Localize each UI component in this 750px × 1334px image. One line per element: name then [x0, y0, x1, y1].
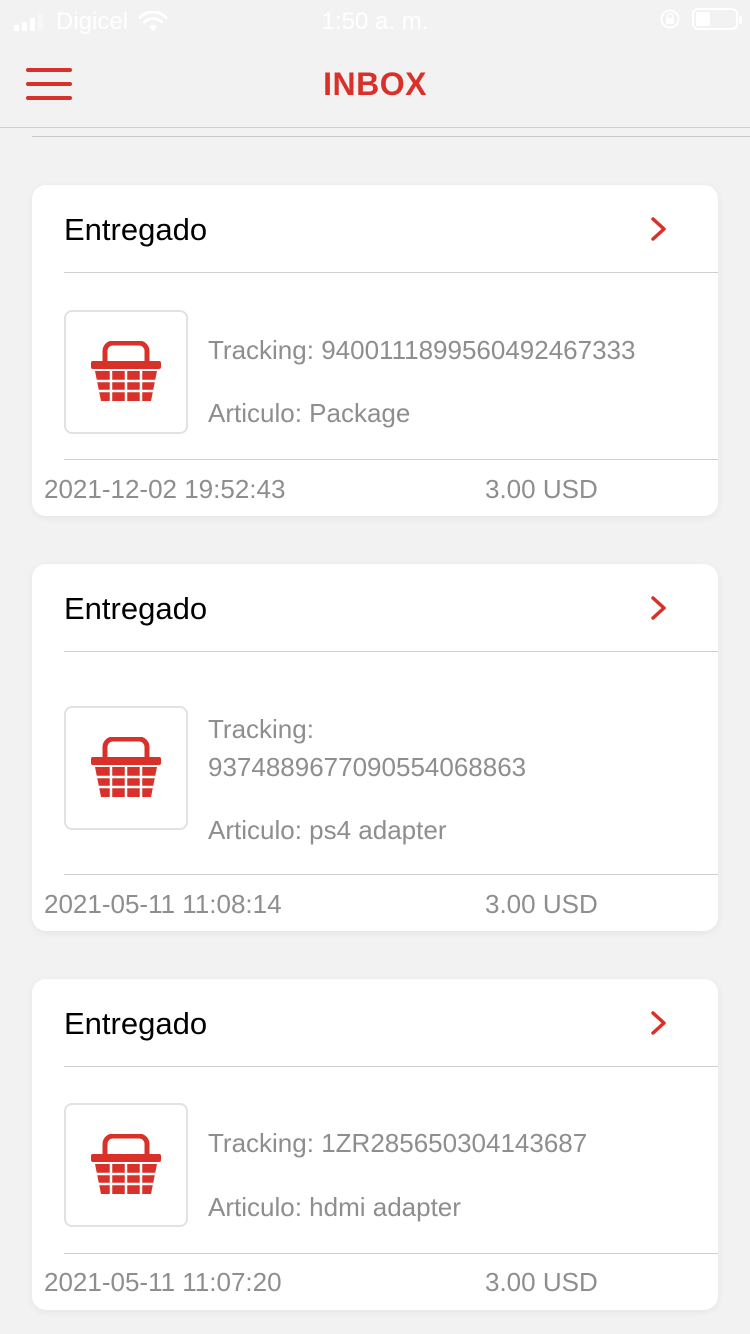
status-label: Entregado [64, 591, 208, 626]
article-name: Package [309, 398, 411, 428]
item-thumbnail [64, 1103, 188, 1227]
tracking-line: Tracking: 1ZR285650304143687 [208, 1128, 588, 1158]
inbox-card[interactable]: Entregado Tracking: 94001118995604924673… [32, 185, 718, 516]
tracking-number: 9400111899560492467333 [321, 335, 636, 365]
article-line: Articulo: hdmi adapter [208, 1192, 461, 1222]
tracking-line: Tracking: 9374889677090554068863 [208, 714, 527, 782]
article-line: Articulo: Package [208, 398, 411, 428]
chevron-right-icon[interactable] [648, 1009, 670, 1037]
chevron-right-icon[interactable] [648, 215, 670, 243]
status-label: Entregado [64, 1006, 208, 1041]
item-date: 2021-12-02 19:52:43 [44, 474, 286, 504]
top-divider [32, 136, 750, 137]
card-header[interactable]: Entregado [32, 564, 718, 652]
tracking-number: 1ZR285650304143687 [321, 1128, 588, 1158]
card-header[interactable]: Entregado [32, 185, 718, 273]
item-date: 2021-05-11 11:07:20 [44, 1267, 282, 1297]
inbox-card[interactable]: Entregado Tracking: 1ZR285650304143687 A… [32, 979, 718, 1310]
nav-bar: INBOX [0, 42, 750, 128]
card-footer-divider [64, 459, 718, 460]
article-line: Articulo: ps4 adapter [208, 815, 447, 845]
status-time: 1:50 a. m. [321, 8, 429, 35]
inbox-card[interactable]: Entregado Tracking: 937488967709055406886… [32, 564, 718, 931]
status-right [660, 8, 742, 30]
chevron-right-icon[interactable] [648, 594, 670, 622]
item-info: Tracking: 1ZR285650304143687 Articulo: h… [208, 1124, 704, 1226]
page-title: INBOX [323, 66, 427, 102]
status-label: Entregado [64, 212, 208, 247]
item-thumbnail [64, 706, 188, 830]
item-date: 2021-05-11 11:08:14 [44, 889, 282, 919]
status-bar: Digicel 1:50 a. m. [0, 0, 750, 42]
card-footer-divider [64, 874, 718, 875]
card-divider [64, 272, 718, 273]
item-info: Tracking: 9400111899560492467333 Articul… [208, 331, 704, 432]
item-thumbnail [64, 310, 188, 434]
card-divider [64, 1066, 718, 1067]
tracking-number: 9374889677090554068863 [208, 752, 527, 782]
basket-icon [91, 341, 161, 401]
card-header[interactable]: Entregado [32, 979, 718, 1067]
basket-icon [91, 1134, 161, 1194]
item-amount: 3.00 USD [485, 1267, 598, 1297]
card-divider [64, 651, 718, 652]
item-amount: 3.00 USD [485, 889, 598, 919]
item-info: Tracking: 9374889677090554068863 Articulo… [208, 710, 598, 849]
card-footer-divider [64, 1253, 718, 1254]
item-amount: 3.00 USD [485, 474, 598, 504]
article-name: hdmi adapter [309, 1192, 461, 1222]
article-name: ps4 adapter [309, 815, 447, 845]
battery-icon [692, 8, 742, 30]
tracking-line: Tracking: 9400111899560492467333 [208, 335, 636, 365]
basket-icon [91, 737, 161, 797]
orientation-lock-icon [660, 9, 680, 29]
